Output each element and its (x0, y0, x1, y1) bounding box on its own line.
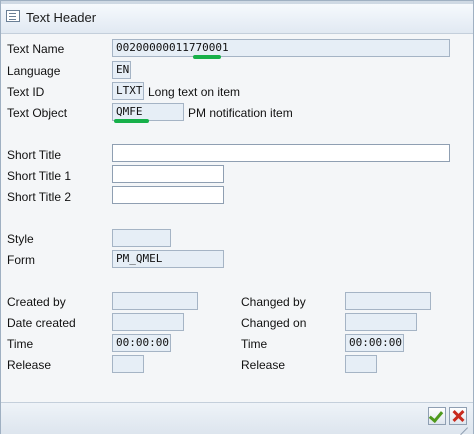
short-title-1-label: Short Title 1 (7, 169, 72, 183)
top-strip (1, 1, 473, 4)
text-name-field[interactable]: 00200000011770001 (112, 39, 450, 57)
highlight-underline-text-object (114, 119, 149, 123)
changed-by-field[interactable] (345, 292, 431, 310)
changed-by-label: Changed by (241, 295, 306, 309)
created-by-label: Created by (7, 295, 66, 309)
text-object-label: Text Object (7, 106, 68, 120)
changed-on-field[interactable] (345, 313, 417, 331)
language-field[interactable]: EN (112, 61, 131, 79)
text-id-description: Long text on item (148, 85, 241, 99)
style-label: Style (7, 232, 34, 246)
short-title-label: Short Title (7, 148, 62, 162)
release-field[interactable] (112, 355, 144, 373)
form-field[interactable]: PM_QMEL (112, 250, 224, 268)
release-label: Release (7, 358, 52, 372)
created-by-field[interactable] (112, 292, 198, 310)
text-name-label: Text Name (7, 42, 65, 56)
style-field[interactable] (112, 229, 171, 247)
date-created-field[interactable] (112, 313, 184, 331)
date-created-label: Date created (7, 316, 76, 330)
form-label: Form (7, 253, 35, 267)
time-changed-label: Time (241, 337, 268, 351)
dialog-button-bar (1, 402, 473, 434)
document-icon (6, 10, 20, 22)
short-title-2-input[interactable] (112, 186, 224, 204)
checkmark-icon (428, 407, 444, 424)
short-title-2-label: Short Title 2 (7, 190, 72, 204)
text-header-dialog: Text Header Text Name 00200000011770001 … (0, 0, 474, 434)
time-created-field[interactable]: 00:00:00 (112, 334, 171, 352)
changed-on-label: Changed on (241, 316, 307, 330)
dialog-title: Text Header (26, 10, 97, 25)
time-created-label: Time (7, 337, 34, 351)
text-object-description: PM notification item (188, 106, 293, 120)
highlight-underline-text-name (193, 55, 221, 59)
changed-release-label: Release (241, 358, 286, 372)
text-id-label: Text ID (7, 85, 45, 99)
text-id-field[interactable]: LTXT (112, 82, 144, 100)
time-changed-field[interactable]: 00:00:00 (345, 334, 404, 352)
short-title-1-input[interactable] (112, 165, 224, 183)
resize-grip[interactable] (458, 418, 468, 428)
confirm-button[interactable] (428, 407, 446, 425)
changed-release-field[interactable] (345, 355, 377, 373)
short-title-input[interactable] (112, 144, 450, 162)
language-label: Language (7, 64, 61, 78)
